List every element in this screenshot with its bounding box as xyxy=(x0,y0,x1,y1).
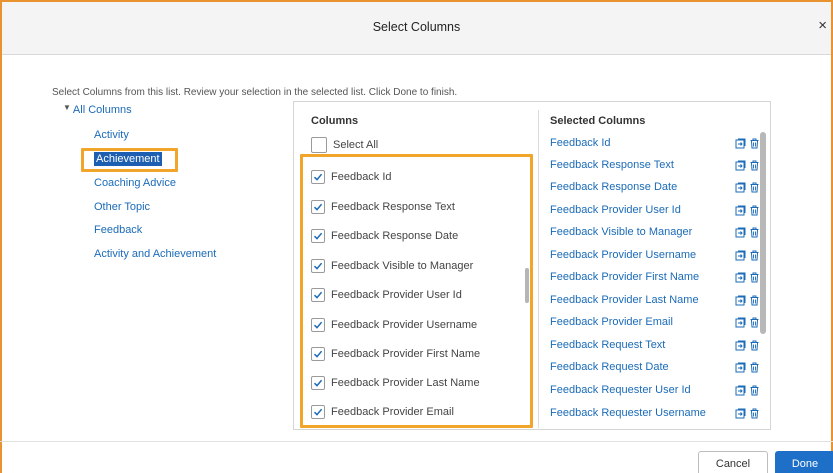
trash-icon[interactable] xyxy=(749,295,760,306)
selected-column-item[interactable]: Feedback Provider User Id xyxy=(550,204,681,222)
trash-icon[interactable] xyxy=(749,385,760,396)
selected-list-scrollbar[interactable] xyxy=(760,132,766,334)
close-icon[interactable]: × xyxy=(818,17,827,34)
move-icon[interactable] xyxy=(735,340,746,351)
move-icon[interactable] xyxy=(735,272,746,283)
move-icon[interactable] xyxy=(735,408,746,419)
selected-item-actions xyxy=(735,156,760,174)
trash-icon[interactable] xyxy=(749,160,760,171)
selected-item-actions xyxy=(735,223,760,241)
selected-column-item[interactable]: Feedback Request Date xyxy=(550,361,669,379)
tree-item-coaching-advice[interactable]: Coaching Advice xyxy=(94,177,176,189)
instructions-text: Select Columns from this list. Review yo… xyxy=(52,87,458,98)
selected-column-item[interactable]: Feedback Response Text xyxy=(550,159,674,177)
footer-divider xyxy=(0,441,833,442)
columns-highlight-box xyxy=(300,154,533,428)
selected-item-actions xyxy=(735,291,760,309)
trash-icon[interactable] xyxy=(749,408,760,419)
tree-item-feedback[interactable]: Feedback xyxy=(94,224,142,236)
selected-column-item[interactable]: Feedback Requester User Id xyxy=(550,384,691,402)
cancel-button[interactable]: Cancel xyxy=(698,451,768,473)
selected-item-actions xyxy=(735,404,760,422)
move-icon[interactable] xyxy=(735,295,746,306)
move-icon[interactable] xyxy=(735,160,746,171)
trash-icon[interactable] xyxy=(749,362,760,373)
trash-icon[interactable] xyxy=(749,138,760,149)
selected-item-actions xyxy=(735,268,760,286)
move-icon[interactable] xyxy=(735,317,746,328)
selected-column-item[interactable]: Feedback Request Text xyxy=(550,339,665,357)
trash-icon[interactable] xyxy=(749,317,760,328)
selected-item-actions xyxy=(735,178,760,196)
selected-column-item[interactable]: Feedback Provider Last Name xyxy=(550,294,699,312)
selected-item-actions xyxy=(735,201,760,219)
selected-column-item[interactable]: Feedback Provider Username xyxy=(550,249,696,267)
dialog-title: Select Columns xyxy=(372,20,461,34)
selected-item-actions xyxy=(735,381,760,399)
trash-icon[interactable] xyxy=(749,182,760,193)
trash-icon[interactable] xyxy=(749,205,760,216)
trash-icon[interactable] xyxy=(749,272,760,283)
move-icon[interactable] xyxy=(735,227,746,238)
selected-column-item[interactable]: Feedback Provider First Name xyxy=(550,271,699,289)
achievement-highlight-box xyxy=(81,148,178,172)
trash-icon[interactable] xyxy=(749,227,760,238)
done-button[interactable]: Done xyxy=(775,451,833,473)
trash-icon[interactable] xyxy=(749,250,760,261)
selected-item-actions xyxy=(735,134,760,152)
select-all-checkbox[interactable] xyxy=(311,137,327,153)
move-icon[interactable] xyxy=(735,205,746,216)
move-icon[interactable] xyxy=(735,138,746,149)
selected-item-actions xyxy=(735,246,760,264)
selected-item-actions xyxy=(735,358,760,376)
expand-triangle-icon[interactable]: ▼ xyxy=(63,103,71,112)
trash-icon[interactable] xyxy=(749,340,760,351)
move-icon[interactable] xyxy=(735,362,746,373)
selected-column-item[interactable]: Feedback Id xyxy=(550,137,611,155)
selected-column-item[interactable]: Feedback Response Date xyxy=(550,181,677,199)
tree-item-activity[interactable]: Activity xyxy=(94,129,129,141)
tree-root-all-columns[interactable]: ▼ All Columns xyxy=(63,103,132,116)
selected-column-item[interactable]: Feedback Provider Email xyxy=(550,316,673,334)
tree-item-other-topic[interactable]: Other Topic xyxy=(94,201,150,213)
select-all-label: Select All xyxy=(333,139,379,151)
tree-item-activity-and-achievement[interactable]: Activity and Achievement xyxy=(94,248,216,260)
tree-root-label: All Columns xyxy=(72,104,132,116)
move-icon[interactable] xyxy=(735,250,746,261)
select-all-checkbox-row[interactable]: Select All xyxy=(311,135,378,155)
columns-header: Columns xyxy=(311,115,359,127)
selected-column-item[interactable]: Feedback Visible to Manager xyxy=(550,226,692,244)
selected-column-item[interactable]: Feedback Requester Username xyxy=(550,407,706,425)
selected-item-actions xyxy=(735,313,760,331)
dialog-titlebar: Select Columns × xyxy=(2,2,831,55)
move-icon[interactable] xyxy=(735,385,746,396)
panel-divider xyxy=(538,110,539,428)
selected-item-actions xyxy=(735,336,760,354)
columns-list-scrollbar[interactable] xyxy=(525,268,529,303)
selected-columns-header: Selected Columns xyxy=(550,115,646,127)
move-icon[interactable] xyxy=(735,182,746,193)
